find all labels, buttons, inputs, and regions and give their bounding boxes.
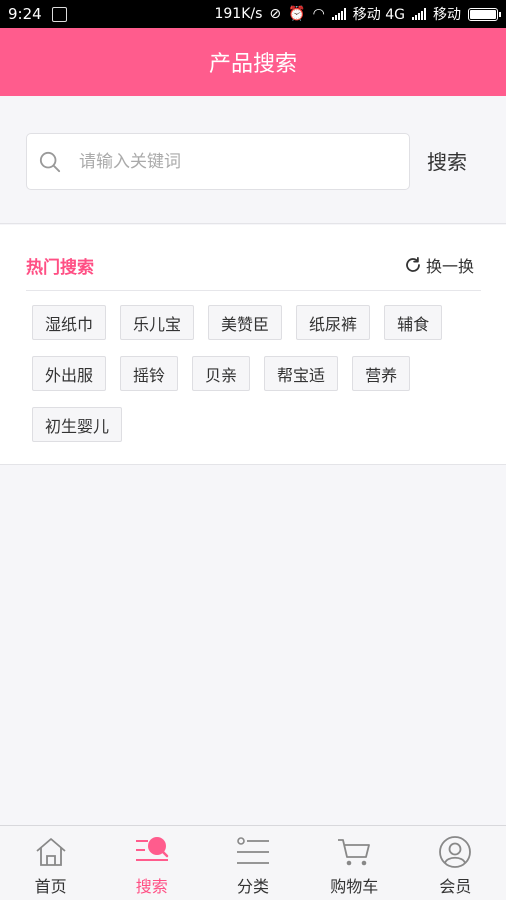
- refresh-button[interactable]: 换一换: [404, 253, 474, 277]
- tab-home[interactable]: 首页: [0, 826, 101, 900]
- signal-icon: [331, 8, 346, 20]
- tab-label: 首页: [34, 877, 67, 896]
- hot-tag[interactable]: 帮宝适: [264, 356, 339, 391]
- search-box[interactable]: [26, 133, 410, 190]
- hot-tag-list: 湿纸巾 乐儿宝 美赞臣 纸尿裤 辅食 外出服 摇铃 贝亲 帮宝适 营养 初生婴儿: [32, 305, 472, 442]
- battery-icon: [468, 7, 501, 21]
- hot-tag[interactable]: 贝亲: [192, 356, 251, 391]
- divider: [26, 290, 481, 291]
- hot-tag[interactable]: 外出服: [32, 356, 107, 391]
- search-icon: [39, 151, 61, 172]
- hot-search-title: 热门搜索: [26, 258, 94, 278]
- hot-tag[interactable]: 辅食: [384, 305, 443, 340]
- search-button[interactable]: 搜索: [427, 146, 467, 175]
- hot-tag[interactable]: 湿纸巾: [32, 305, 107, 340]
- search-icon: [135, 837, 169, 861]
- signal-icon-2: [412, 8, 426, 20]
- hot-tag[interactable]: 营养: [352, 356, 411, 391]
- tab-search[interactable]: 搜索: [101, 826, 202, 900]
- tab-label: 搜索: [135, 877, 168, 896]
- sim-icon: [51, 6, 67, 22]
- refresh-label: 换一换: [425, 257, 474, 276]
- search-section: 搜索: [0, 96, 506, 224]
- hot-tag[interactable]: 美赞臣: [208, 305, 283, 340]
- hot-tag[interactable]: 摇铃: [120, 356, 179, 391]
- carrier-2: 移动: [433, 7, 461, 23]
- refresh-icon: [406, 256, 420, 272]
- status-time: 9:24: [8, 5, 42, 23]
- hot-search-panel: 热门搜索 换一换 湿纸巾 乐儿宝 美赞臣 纸尿裤 辅食 外出服 摇铃 贝亲 帮宝…: [0, 225, 506, 465]
- category-icon: [237, 837, 269, 864]
- hot-tag[interactable]: 初生婴儿: [32, 407, 123, 442]
- tab-member[interactable]: 会员: [405, 826, 506, 900]
- alarm-icon: ⏰: [288, 6, 306, 22]
- member-icon: [439, 836, 472, 868]
- wifi-icon: ◠: [312, 6, 325, 22]
- network-speed: 191K/s: [214, 6, 263, 22]
- bottom-tab-bar: 首页 搜索 分类 购物车 会员: [0, 825, 506, 900]
- tab-label: 分类: [237, 877, 270, 896]
- tab-label: 购物车: [330, 877, 379, 896]
- home-icon: [36, 838, 66, 866]
- tab-category[interactable]: 分类: [202, 826, 303, 900]
- hot-tag[interactable]: 纸尿裤: [296, 305, 371, 340]
- search-input[interactable]: [79, 151, 379, 172]
- cart-icon: [338, 839, 371, 866]
- hot-tag[interactable]: 乐儿宝: [120, 305, 195, 340]
- page-title: 产品搜索: [208, 52, 297, 77]
- mute-icon: ⊘: [269, 6, 282, 22]
- tab-cart[interactable]: 购物车: [304, 826, 405, 900]
- status-right: 191K/s ⊘ ⏰ ◠ 移动 4G 移动: [214, 4, 501, 24]
- status-bar: 9:24 191K/s ⊘ ⏰ ◠ 移动 4G 移动: [0, 0, 506, 28]
- app-header: 产品搜索: [0, 28, 506, 96]
- tab-label: 会员: [439, 877, 472, 896]
- carrier-1: 移动 4G: [352, 7, 405, 23]
